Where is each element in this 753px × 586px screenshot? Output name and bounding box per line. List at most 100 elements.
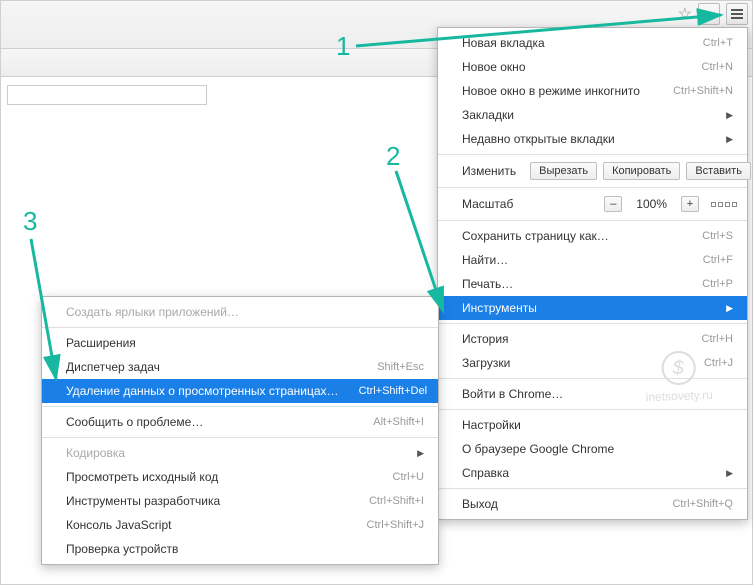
submenu-task-manager[interactable]: Диспетчер задач Shift+Esc	[42, 355, 438, 379]
menu-label: Кодировка	[66, 446, 397, 460]
menu-print[interactable]: Печать… Ctrl+P	[438, 272, 747, 296]
zoom-out-button[interactable]: –	[604, 196, 622, 212]
menu-separator	[438, 220, 747, 221]
arrow-2	[396, 171, 443, 311]
annotation-3: 3	[23, 206, 37, 237]
submenu-report-issue[interactable]: Сообщить о проблеме… Alt+Shift+I	[42, 410, 438, 434]
menu-label: Расширения	[66, 336, 424, 350]
menu-shortcut: Ctrl+J	[704, 357, 733, 369]
menu-separator	[438, 154, 747, 155]
menu-sign-in[interactable]: Войти в Chrome…	[438, 382, 747, 406]
menu-new-window[interactable]: Новое окно Ctrl+N	[438, 55, 747, 79]
submenu-view-source[interactable]: Просмотреть исходный код Ctrl+U	[42, 465, 438, 489]
menu-button[interactable]	[726, 3, 748, 25]
url-input[interactable]	[7, 85, 207, 105]
submenu-create-shortcuts[interactable]: Создать ярлыки приложений…	[42, 300, 438, 324]
zoom-value: 100%	[628, 195, 675, 213]
menu-recent-tabs[interactable]: Недавно открытые вкладки ▶	[438, 127, 747, 151]
menu-shortcut: Ctrl+F	[703, 254, 733, 266]
copy-button[interactable]: Копировать	[603, 162, 680, 180]
menu-save-page[interactable]: Сохранить страницу как… Ctrl+S	[438, 224, 747, 248]
chevron-right-icon: ▶	[417, 448, 424, 459]
submenu-clear-browsing-data[interactable]: Удаление данных о просмотренных страница…	[42, 379, 438, 403]
paste-button[interactable]: Вставить	[686, 162, 751, 180]
menu-bookmarks[interactable]: Закладки ▶	[438, 103, 747, 127]
menu-separator	[438, 488, 747, 489]
menu-label: Создать ярлыки приложений…	[66, 305, 424, 319]
menu-new-tab[interactable]: Новая вкладка Ctrl+T	[438, 31, 747, 55]
chevron-right-icon: ▶	[726, 134, 733, 145]
annotation-2: 2	[386, 141, 400, 172]
menu-separator	[438, 187, 747, 188]
menu-label: Сообщить о проблеме…	[66, 415, 353, 429]
menu-shortcut: Ctrl+T	[703, 37, 733, 49]
chrome-main-menu: Новая вкладка Ctrl+T Новое окно Ctrl+N Н…	[437, 27, 748, 520]
submenu-extensions[interactable]: Расширения	[42, 331, 438, 355]
menu-separator	[438, 409, 747, 410]
menu-label: Проверка устройств	[66, 542, 424, 556]
menu-shortcut: Ctrl+Shift+J	[367, 519, 424, 531]
menu-label: Диспетчер задач	[66, 360, 357, 374]
menu-label: Просмотреть исходный код	[66, 470, 373, 484]
tools-submenu: Создать ярлыки приложений… Расширения Ди…	[41, 296, 439, 565]
menu-label: Сохранить страницу как…	[462, 229, 682, 243]
menu-shortcut: Ctrl+P	[702, 278, 733, 290]
menu-help[interactable]: Справка ▶	[438, 461, 747, 485]
menu-separator	[42, 437, 438, 438]
menu-label: Найти…	[462, 253, 683, 267]
zoom-in-button[interactable]: +	[681, 196, 699, 212]
menu-history[interactable]: История Ctrl+H	[438, 327, 747, 351]
annotation-1: 1	[336, 31, 350, 62]
menu-label: Справка	[462, 466, 706, 480]
menu-shortcut: Ctrl+H	[702, 333, 733, 345]
menu-label: Новое окно в режиме инкогнито	[462, 84, 653, 98]
menu-label: Войти в Chrome…	[462, 387, 733, 401]
fullscreen-button[interactable]	[711, 202, 737, 207]
submenu-inspect-devices[interactable]: Проверка устройств	[42, 537, 438, 561]
menu-separator	[438, 323, 747, 324]
submenu-encoding[interactable]: Кодировка ▶	[42, 441, 438, 465]
menu-label: Недавно открытые вкладки	[462, 132, 706, 146]
menu-label: Печать…	[462, 277, 682, 291]
menu-separator	[438, 378, 747, 379]
menu-label: Удаление данных о просмотренных страница…	[66, 384, 339, 398]
menu-label: Настройки	[462, 418, 733, 432]
menu-label: Выход	[462, 497, 652, 511]
menu-label: Инструменты	[462, 301, 706, 315]
menu-separator	[42, 327, 438, 328]
menu-edit-row: Изменить Вырезать Копировать Вставить	[438, 158, 747, 184]
submenu-dev-tools[interactable]: Инструменты разработчика Ctrl+Shift+I	[42, 489, 438, 513]
menu-separator	[42, 406, 438, 407]
menu-about[interactable]: О браузере Google Chrome	[438, 437, 747, 461]
menu-label: Загрузки	[462, 356, 684, 370]
menu-shortcut: Ctrl+Shift+Q	[672, 498, 733, 510]
menu-label: Закладки	[462, 108, 706, 122]
menu-shortcut: Ctrl+Shift+N	[673, 85, 733, 97]
menu-shortcut: Ctrl+N	[702, 61, 733, 73]
menu-shortcut: Ctrl+Shift+Del	[359, 385, 427, 397]
chevron-right-icon: ▶	[726, 303, 733, 314]
edit-label: Изменить	[462, 164, 516, 178]
menu-find[interactable]: Найти… Ctrl+F	[438, 248, 747, 272]
page-icon[interactable]: ◐	[698, 3, 720, 25]
zoom-label: Масштаб	[462, 197, 513, 211]
menu-shortcut: Ctrl+Shift+I	[369, 495, 424, 507]
menu-incognito[interactable]: Новое окно в режиме инкогнито Ctrl+Shift…	[438, 79, 747, 103]
menu-shortcut: Ctrl+U	[393, 471, 424, 483]
cut-button[interactable]: Вырезать	[530, 162, 597, 180]
submenu-js-console[interactable]: Консоль JavaScript Ctrl+Shift+J	[42, 513, 438, 537]
menu-shortcut: Alt+Shift+I	[373, 416, 424, 428]
menu-shortcut: Shift+Esc	[377, 361, 424, 373]
menu-tools[interactable]: Инструменты ▶	[438, 296, 747, 320]
menu-zoom-row: Масштаб – 100% +	[438, 191, 747, 217]
menu-label: О браузере Google Chrome	[462, 442, 733, 456]
menu-exit[interactable]: Выход Ctrl+Shift+Q	[438, 492, 747, 516]
menu-label: История	[462, 332, 682, 346]
chevron-right-icon: ▶	[726, 110, 733, 121]
menu-label: Новое окно	[462, 60, 682, 74]
menu-label: Инструменты разработчика	[66, 494, 349, 508]
menu-downloads[interactable]: Загрузки Ctrl+J	[438, 351, 747, 375]
menu-settings[interactable]: Настройки	[438, 413, 747, 437]
bookmark-star-icon[interactable]: ☆	[678, 4, 692, 24]
menu-label: Консоль JavaScript	[66, 518, 347, 532]
